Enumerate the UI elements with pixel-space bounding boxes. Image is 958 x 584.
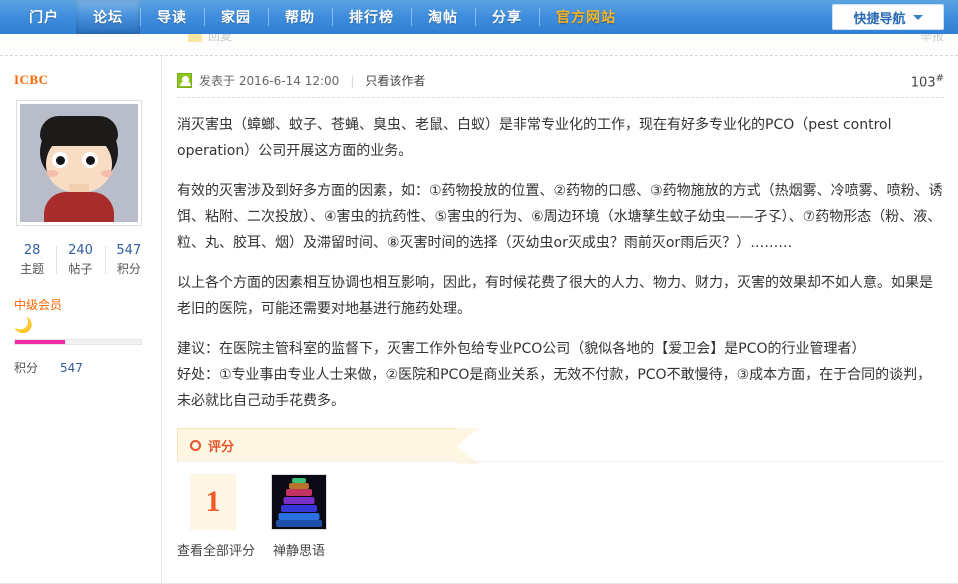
stat-threads-value: 28	[23, 243, 41, 258]
post-paragraph-1: 消灭害虫（蟑螂、蚊子、苍蝇、臭虫、老鼠、白蚁）是非常专业化的工作，现在有好多专业…	[177, 117, 892, 159]
report-label[interactable]: 举报	[920, 34, 944, 44]
crescent-moon-icon: 🌙	[14, 316, 33, 334]
rater-name[interactable]: 禅静思语	[263, 540, 335, 559]
pagoda-tier-6	[278, 513, 320, 520]
author-stats: 28 主题 240 帖子 547 积分	[0, 242, 161, 278]
nav-item-bangzhu[interactable]: 帮助	[268, 0, 332, 34]
rating-ribbon: 评分	[177, 428, 479, 464]
stat-threads[interactable]: 28 主题	[8, 242, 56, 278]
stat-points-value: 547	[116, 243, 142, 258]
rating-score-cell[interactable]: 1 查看全部评分	[177, 474, 255, 559]
stat-points[interactable]: 547 积分	[104, 242, 153, 278]
nav-item-taotie[interactable]: 淘帖	[411, 0, 475, 34]
post-paragraph-3: 以上各个方面的因素相互协调也相互影响，因此，有时候花费了很大的人力、物力、财力，…	[177, 275, 933, 317]
avatar-eye-right	[82, 152, 98, 168]
post-paragraph-2: 有效的灭害涉及到好多方面的因素，如：①药物投放的位置、②药物的口感、③药物施放的…	[177, 183, 943, 251]
post-number-suffix: #	[935, 73, 944, 84]
post-timestamp: 发表于 2016-6-14 12:00	[199, 74, 340, 88]
rating-items: 1 查看全部评分 禅静思语	[177, 474, 335, 559]
rating-score-value: 1	[205, 485, 221, 518]
stat-posts-label: 帖子	[68, 262, 93, 276]
avatar-shirt	[44, 192, 114, 222]
pagoda-tier-4	[283, 497, 315, 504]
nav-item-luntan[interactable]: 论坛	[76, 0, 140, 34]
rating-divider	[177, 461, 944, 462]
stat-posts-value: 240	[68, 243, 93, 258]
post-number-value: 103	[910, 75, 936, 91]
rating-section-title: 评分	[208, 439, 235, 455]
reply-label[interactable]: 回复	[208, 34, 232, 44]
quick-navigation-label: 快捷导航	[853, 11, 906, 27]
clipped-toolbar-row: 回复 举报	[0, 34, 958, 56]
header-separator: |	[350, 73, 355, 88]
only-author-link[interactable]: 只看该作者	[365, 72, 425, 89]
avatar-fringe	[40, 116, 118, 146]
stat-points-label: 积分	[116, 262, 141, 276]
post-content: 消灭害虫（蟑螂、蚊子、苍蝇、臭虫、老鼠、白蚁）是非常专业化的工作，现在有好多专业…	[177, 112, 944, 414]
member-rank[interactable]: 中级会员	[14, 296, 161, 313]
post-header: 发表于 2016-6-14 12:00 | 只看该作者 103#	[177, 64, 944, 98]
points-row: 积分 547	[14, 359, 161, 376]
nav-item-jiayuan[interactable]: 家园	[204, 0, 268, 34]
rater-avatar[interactable]	[271, 474, 327, 530]
chevron-down-icon	[912, 14, 923, 20]
pagoda-tier-3	[286, 489, 312, 496]
reply-icon	[188, 34, 202, 42]
view-all-ratings-link[interactable]: 查看全部评分	[177, 540, 255, 559]
top-navigation-bar: 门户 论坛 导读 家园 帮助 排行榜 淘帖 分享 官方网站 快捷导航	[0, 0, 958, 34]
avatar-eye-left	[52, 152, 68, 168]
post-paragraph-5: 好处：①专业事由专业人士来做，②医院和PCO是商业关系，无效不付款，PCO不敢慢…	[177, 367, 932, 409]
stat-posts[interactable]: 240 帖子	[56, 242, 104, 278]
author-username[interactable]: ICBC	[14, 72, 161, 88]
points-value: 547	[60, 361, 83, 375]
nav-item-menhu[interactable]: 门户	[12, 0, 76, 34]
author-sidebar: ICBC 28 主题 240 帖子 547 积分 中级会员 🌙 积分 547	[0, 56, 162, 584]
rank-progress-fill	[15, 340, 66, 344]
nav-item-paihangbang[interactable]: 排行榜	[332, 0, 411, 34]
page-content: ICBC 28 主题 240 帖子 547 积分 中级会员 🌙 积分 547 发…	[0, 56, 958, 584]
post-main-column: 发表于 2016-6-14 12:00 | 只看该作者 103# 消灭害虫（蟑螂…	[163, 56, 958, 584]
avatar[interactable]	[16, 100, 142, 226]
author-badge-icon	[177, 73, 192, 88]
nav-item-official-site[interactable]: 官方网站	[539, 0, 633, 34]
points-label: 积分	[14, 361, 39, 375]
quick-navigation-button[interactable]: 快捷导航	[832, 4, 944, 30]
rater-cell[interactable]: 禅静思语	[263, 474, 335, 559]
post-paragraph-4: 建议：在医院主管科室的监督下，灭害工作外包给专业PCO公司（貌似各地的【爱卫会】…	[177, 341, 866, 357]
avatar-cheek-right	[101, 170, 113, 177]
stat-threads-label: 主题	[20, 262, 45, 276]
rating-score-box: 1	[190, 474, 236, 530]
avatar-image	[20, 104, 138, 222]
nav-item-list: 门户 论坛 导读 家园 帮助 排行榜 淘帖 分享 官方网站	[0, 0, 633, 34]
nav-item-daodu[interactable]: 导读	[140, 0, 204, 34]
avatar-cheek-left	[46, 170, 58, 177]
rating-section-header: 评分	[163, 428, 958, 464]
pagoda-tier-7	[276, 520, 322, 527]
pagoda-tier-5	[281, 505, 317, 512]
rank-progress-bar	[14, 339, 142, 345]
circle-outline-icon	[190, 439, 201, 451]
nav-item-fenxiang[interactable]: 分享	[475, 0, 539, 34]
post-number[interactable]: 103#	[911, 73, 944, 90]
